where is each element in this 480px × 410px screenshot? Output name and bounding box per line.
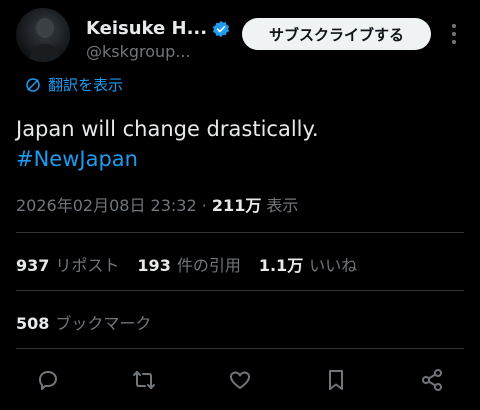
reposts-label: リポスト bbox=[55, 256, 120, 275]
reposts-stat[interactable]: 937 リポスト bbox=[16, 252, 119, 276]
action-bar bbox=[0, 364, 480, 400]
more-options-icon[interactable] bbox=[452, 24, 456, 44]
quotes-count: 193 bbox=[137, 256, 171, 275]
display-name-row: Keisuke H... bbox=[86, 18, 230, 39]
divider bbox=[16, 348, 464, 349]
views-count: 211万 bbox=[211, 196, 262, 215]
reposts-count: 937 bbox=[16, 256, 50, 275]
verified-badge-icon bbox=[213, 20, 230, 37]
repost-icon[interactable] bbox=[128, 364, 160, 396]
likes-label: いいね bbox=[309, 256, 358, 275]
user-handle[interactable]: @kskgroup... bbox=[86, 42, 191, 61]
bookmark-icon[interactable] bbox=[320, 364, 352, 396]
like-icon[interactable] bbox=[224, 364, 256, 396]
divider bbox=[16, 232, 464, 233]
tweet-header: Keisuke H... @kskgroup... サブスクライブする bbox=[16, 8, 468, 64]
bookmarks-count: 508 bbox=[16, 314, 50, 333]
divider bbox=[16, 290, 464, 291]
translate-icon bbox=[26, 77, 40, 92]
views-label: 表示 bbox=[266, 196, 299, 215]
likes-count: 1.1万 bbox=[258, 256, 304, 275]
tweet-text: Japan will change drastically. bbox=[16, 117, 319, 141]
share-icon[interactable] bbox=[416, 364, 448, 396]
bookmarks-label: ブックマーク bbox=[55, 314, 152, 333]
hashtag-link[interactable]: #NewJapan bbox=[16, 144, 466, 174]
tweet-meta: 2026年02月08日 23:32 · 211万 表示 bbox=[16, 192, 298, 216]
engagement-stats: 937 リポスト 193 件の引用 1.1万 いいね bbox=[16, 252, 375, 276]
quotes-stat[interactable]: 193 件の引用 bbox=[137, 252, 240, 276]
avatar[interactable] bbox=[16, 8, 70, 62]
meta-separator: · bbox=[201, 196, 207, 215]
tweet-body: Japan will change drastically. #NewJapan bbox=[16, 114, 466, 174]
likes-stat[interactable]: 1.1万 いいね bbox=[259, 252, 357, 276]
quotes-label: 件の引用 bbox=[176, 256, 241, 275]
tweet-datetime[interactable]: 2026年02月08日 23:32 bbox=[16, 196, 197, 215]
display-name[interactable]: Keisuke H... bbox=[86, 18, 207, 39]
translate-link[interactable]: 翻訳を表示 bbox=[24, 74, 123, 95]
translate-label: 翻訳を表示 bbox=[48, 76, 124, 94]
bookmarks-stat[interactable]: 508 ブックマーク bbox=[16, 310, 151, 334]
reply-icon[interactable] bbox=[32, 364, 64, 396]
subscribe-button[interactable]: サブスクライブする bbox=[242, 18, 431, 50]
